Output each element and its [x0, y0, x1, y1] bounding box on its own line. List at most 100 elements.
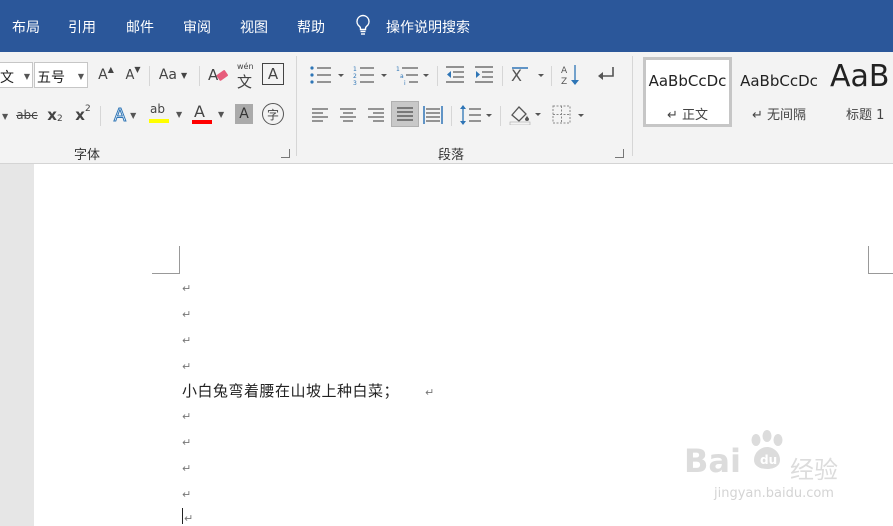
- character-border-button[interactable]: A: [262, 63, 284, 85]
- underline-dropdown-icon[interactable]: ▼: [2, 112, 8, 121]
- asian-layout-icon[interactable]: X: [510, 64, 546, 86]
- paragraph-mark: ↵: [182, 308, 192, 321]
- svg-text:du: du: [760, 453, 777, 467]
- enclose-characters-button[interactable]: 字: [262, 103, 284, 125]
- bullets-icon[interactable]: [309, 64, 345, 86]
- justify-icon: [397, 107, 413, 121]
- align-left-icon[interactable]: [310, 105, 330, 125]
- menu-review[interactable]: 审阅: [183, 17, 211, 37]
- numbering-icon[interactable]: 123: [353, 64, 389, 86]
- ribbon: 文 ▼ 五号 ▼ A ▲ A ▼ Aa ▼ A wén 文 A ▼ abc x …: [0, 52, 893, 164]
- show-paragraph-marks-icon[interactable]: [595, 64, 617, 86]
- font-color-button[interactable]: A ▼: [191, 102, 227, 128]
- svg-text:a: a: [400, 73, 404, 80]
- clear-formatting-icon[interactable]: A: [207, 64, 229, 86]
- highlight-color-bar: [149, 119, 169, 123]
- align-right-icon[interactable]: [366, 105, 386, 125]
- menu-mailings[interactable]: 邮件: [126, 17, 154, 37]
- paragraph-mark: ↵: [182, 334, 192, 347]
- grow-font-button[interactable]: A ▲: [95, 63, 117, 87]
- font-group-label: 字体: [74, 148, 101, 163]
- justify-button[interactable]: [391, 101, 419, 127]
- divider: [551, 66, 552, 86]
- style-no-spacing-sample: AaBbCcDc: [740, 72, 818, 90]
- divider: [437, 66, 438, 86]
- increase-indent-icon[interactable]: [473, 64, 495, 86]
- paragraph-mark: ↵: [182, 462, 192, 475]
- svg-text:3: 3: [353, 80, 357, 86]
- shrink-font-button[interactable]: A ▼: [122, 63, 144, 87]
- decrease-indent-icon[interactable]: [444, 64, 466, 86]
- group-separator: [296, 56, 297, 156]
- navigation-gutter: [0, 164, 34, 526]
- align-center-icon[interactable]: [338, 105, 358, 125]
- distributed-icon[interactable]: [422, 104, 444, 126]
- paragraph-group-label: 段落: [438, 148, 465, 163]
- font-size-dropdown-icon: ▼: [77, 72, 84, 81]
- svg-text:Z: Z: [561, 77, 567, 87]
- font-name-dropdown-icon: ▼: [23, 72, 30, 81]
- style-heading-1-name: 标题 1: [846, 108, 885, 123]
- font-color-icon: A: [194, 102, 205, 121]
- style-normal-sample: AaBbCcDc: [648, 72, 727, 90]
- strikethrough-button[interactable]: abc: [14, 103, 40, 127]
- svg-text:A: A: [561, 66, 568, 76]
- text-cursor: [182, 508, 183, 524]
- style-no-spacing[interactable]: AaBbCcDc ↵ 无间隔: [735, 57, 823, 127]
- style-heading-1[interactable]: AaB 标题 1: [826, 57, 893, 127]
- highlight-dropdown-icon: ▼: [176, 110, 183, 119]
- text-effects-icon: A: [113, 104, 127, 126]
- line-spacing-icon[interactable]: [459, 104, 495, 126]
- text-effects-button[interactable]: A ▼: [107, 103, 143, 127]
- tell-me-label: 操作说明搜索: [386, 20, 470, 36]
- paragraph-dialog-launcher-icon[interactable]: [615, 149, 624, 158]
- character-shading-icon: A: [239, 106, 249, 122]
- svg-text:i: i: [404, 80, 406, 86]
- menu-references[interactable]: 引用: [68, 17, 96, 37]
- font-name-box[interactable]: 文 ▼: [0, 62, 33, 88]
- font-size-value: 五号: [37, 70, 65, 86]
- font-size-box[interactable]: 五号 ▼: [34, 62, 88, 88]
- multilevel-list-icon[interactable]: 1ai: [396, 64, 432, 86]
- shading-icon[interactable]: [508, 103, 544, 125]
- divider: [199, 66, 200, 86]
- divider: [149, 66, 150, 86]
- menu-help[interactable]: 帮助: [297, 17, 325, 37]
- highlight-button[interactable]: ab ▼: [148, 102, 186, 128]
- divider: [451, 106, 452, 126]
- watermark-brand-suffix: 经验: [790, 456, 838, 484]
- margin-corner-top-right: [868, 246, 893, 274]
- character-border-icon: A: [267, 65, 279, 83]
- change-case-button[interactable]: Aa ▼: [155, 63, 191, 87]
- svg-text:2: 2: [353, 73, 357, 80]
- character-shading-button[interactable]: A: [235, 104, 253, 124]
- enclose-characters-icon: 字: [266, 107, 279, 122]
- paragraph-mark: ↵: [182, 360, 192, 373]
- divider: [100, 106, 101, 126]
- watermark-brand: Bai: [684, 442, 741, 480]
- group-separator: [632, 56, 633, 156]
- sort-icon[interactable]: AZ: [560, 63, 582, 87]
- document-text-line[interactable]: 小白兔弯着腰在山坡上种白菜；: [182, 380, 399, 401]
- paw-logo-icon: du: [751, 430, 783, 469]
- superscript-digit: 2: [84, 104, 91, 114]
- borders-icon[interactable]: [551, 104, 587, 126]
- document-page[interactable]: ↵ ↵ ↵ ↵ 小白兔弯着腰在山坡上种白菜； ↵ ↵ ↵ ↵ ↵ ↵ Bai d…: [34, 164, 893, 526]
- superscript-button[interactable]: x2: [72, 103, 94, 127]
- paragraph-mark: ↵: [182, 436, 192, 449]
- divider: [500, 106, 501, 126]
- subscript-icon: x: [47, 106, 57, 124]
- subscript-digit: 2: [56, 114, 63, 124]
- menu-view[interactable]: 视图: [240, 17, 268, 37]
- paragraph-mark: ↵: [182, 488, 192, 501]
- phonetic-guide-icon: wén: [237, 62, 254, 71]
- font-color-dropdown-icon: ▼: [218, 110, 225, 119]
- subscript-button[interactable]: x2: [44, 103, 66, 127]
- font-name-value: 文: [0, 70, 14, 86]
- svg-text:1: 1: [353, 66, 357, 73]
- style-no-spacing-name: ↵ 无间隔: [751, 108, 807, 123]
- style-normal[interactable]: AaBbCcDc ↵ 正文: [643, 57, 732, 127]
- menu-layout[interactable]: 布局: [12, 17, 40, 37]
- font-dialog-launcher-icon[interactable]: [281, 149, 290, 158]
- phonetic-guide-button[interactable]: wén 文: [235, 62, 257, 91]
